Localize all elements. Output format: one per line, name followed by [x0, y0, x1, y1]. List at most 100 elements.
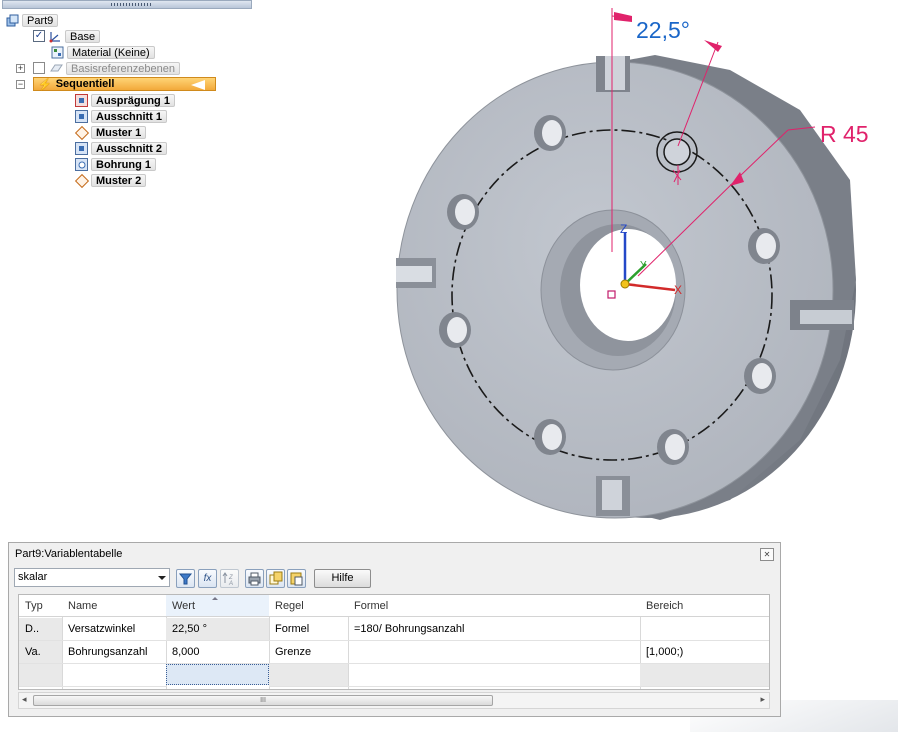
column-header-formel[interactable]: Formel	[348, 595, 640, 617]
slot	[596, 56, 630, 92]
cell-name[interactable]: Versatzwinkel	[62, 618, 166, 641]
pattern-icon	[75, 174, 88, 187]
cell-bereich[interactable]: [1,000;)	[640, 641, 769, 664]
scroll-right-icon[interactable]: ▸	[760, 694, 765, 705]
grip-dots	[111, 3, 151, 6]
scroll-thumb[interactable]: III	[33, 695, 493, 706]
bolt-hole[interactable]	[748, 228, 780, 264]
tree-item-feature[interactable]: Ausschnitt 2	[75, 141, 168, 155]
column-header-name[interactable]: Name	[62, 595, 166, 617]
tree-drag-handle[interactable]	[2, 0, 252, 9]
new-row-regel[interactable]	[269, 664, 348, 687]
cell-bereich[interactable]	[640, 618, 769, 641]
expand-icon[interactable]: +	[16, 63, 25, 73]
tree-item-part[interactable]: Part9	[6, 13, 59, 27]
variable-table-panel: Part9:Variablentabelle ✕ skalar fx ZA Hi…	[8, 542, 781, 717]
cell-regel[interactable]: Grenze	[269, 641, 348, 664]
tree-item-feature[interactable]: Ausprägung 1	[75, 93, 175, 107]
sequential-icon: ⚡	[38, 78, 52, 91]
pattern-icon	[75, 126, 88, 139]
tree-item-feature[interactable]: Ausschnitt 1	[75, 109, 168, 123]
radius-dimension-label[interactable]: R 45	[820, 121, 869, 147]
tree-item-feature[interactable]: Bohrung 1	[75, 157, 156, 171]
panel-title: Part9:Variablentabelle	[15, 548, 123, 560]
reference-plane-icon	[50, 62, 63, 75]
sort-ascending-icon	[212, 597, 218, 600]
help-button[interactable]: Hilfe	[314, 569, 371, 588]
tree-item-base[interactable]: ✓ Base	[33, 29, 101, 43]
bolt-hole[interactable]	[447, 194, 479, 230]
cell-name[interactable]: Bohrungsanzahl	[62, 641, 166, 664]
collapse-icon[interactable]: −	[16, 80, 25, 89]
tree-label-sequential: Sequentiell	[55, 78, 115, 90]
bolt-hole[interactable]	[534, 419, 566, 455]
filter-icon[interactable]	[176, 569, 195, 588]
cell-wert[interactable]: 22,50 °	[166, 618, 269, 641]
cutout-icon	[75, 141, 88, 155]
slot	[790, 300, 854, 330]
variable-grid: Typ Name Wert Regel Formel Bereich D.. V…	[18, 594, 770, 690]
cell-regel[interactable]: Formel	[269, 618, 348, 641]
svg-text:A: A	[228, 581, 233, 587]
tree-item-feature[interactable]: Muster 2	[75, 173, 147, 187]
center-boss	[540, 209, 686, 371]
new-row-wert[interactable]	[166, 664, 269, 685]
tree-label-feature: Muster 2	[91, 173, 147, 187]
cell-typ[interactable]: D..	[19, 618, 62, 641]
tree-item-material[interactable]: Material (Keine)	[51, 45, 155, 59]
filter-dropdown[interactable]: skalar	[14, 568, 170, 587]
column-header-typ[interactable]: Typ	[19, 595, 62, 617]
part-model[interactable]: Z X Y 22,5° R 45	[260, 0, 898, 540]
axis-label-y: Y	[640, 260, 647, 271]
column-header-regel[interactable]: Regel	[269, 595, 348, 617]
reference-planes-checkbox[interactable]	[33, 62, 45, 74]
tree-item-sequential[interactable]: ⚡ Sequentiell	[33, 77, 216, 91]
bolt-hole[interactable]	[439, 312, 471, 348]
new-row-bereich[interactable]	[640, 664, 769, 687]
base-checkbox[interactable]: ✓	[33, 30, 45, 42]
slot	[596, 476, 630, 516]
feature-tree: Part9 ✓ Base Material (Keine) + Basisref…	[0, 12, 260, 192]
hole-icon	[75, 157, 88, 171]
tree-label-base: Base	[65, 29, 101, 43]
tree-label-feature: Bohrung 1	[91, 157, 156, 171]
coordinate-system-icon	[49, 30, 62, 43]
column-header-wert-label: Wert	[172, 600, 196, 612]
part-icon	[6, 14, 19, 27]
new-row-formel[interactable]	[348, 664, 640, 687]
tree-label-reference-planes: Basisreferenzebenen	[66, 61, 180, 75]
paste-icon[interactable]	[287, 569, 306, 588]
tree-item-feature[interactable]: Muster 1	[75, 125, 147, 139]
filter-value: skalar	[18, 571, 48, 583]
tree-label-part: Part9	[22, 13, 59, 27]
tree-label-material: Material (Keine)	[67, 45, 155, 59]
horizontal-scrollbar[interactable]: ◂ III ▸	[18, 692, 770, 709]
axis-label-x: X	[674, 283, 682, 297]
cell-wert[interactable]: 8,000	[166, 641, 269, 664]
copy-icon[interactable]	[266, 569, 285, 588]
tree-label-feature: Ausschnitt 2	[91, 141, 168, 155]
3d-viewport[interactable]: Z X Y 22,5° R 45	[260, 0, 898, 540]
rollback-flag-icon[interactable]	[191, 80, 205, 90]
close-icon[interactable]: ✕	[760, 548, 774, 561]
sort-icon[interactable]: ZA	[220, 569, 239, 588]
slot	[396, 258, 436, 288]
column-header-wert[interactable]: Wert	[166, 595, 269, 617]
cell-formel[interactable]	[348, 641, 640, 664]
bolt-hole[interactable]	[744, 358, 776, 394]
cutout-icon	[75, 109, 88, 123]
print-icon[interactable]	[245, 569, 264, 588]
angle-dimension-label[interactable]: 22,5°	[636, 17, 690, 43]
cell-typ[interactable]: Va.	[19, 641, 62, 664]
new-row-name[interactable]	[62, 664, 166, 687]
new-row-typ[interactable]	[19, 664, 62, 687]
tree-label-feature: Muster 1	[91, 125, 147, 139]
bolt-hole[interactable]	[534, 115, 566, 151]
bolt-hole[interactable]	[657, 429, 689, 465]
formula-icon[interactable]: fx	[198, 569, 217, 588]
material-icon	[51, 46, 64, 59]
scroll-left-icon[interactable]: ◂	[22, 694, 27, 705]
tree-item-reference-planes[interactable]: + Basisreferenzebenen	[16, 61, 180, 75]
cell-formel[interactable]: =180/ Bohrungsanzahl	[348, 618, 640, 641]
column-header-bereich[interactable]: Bereich	[640, 595, 769, 617]
